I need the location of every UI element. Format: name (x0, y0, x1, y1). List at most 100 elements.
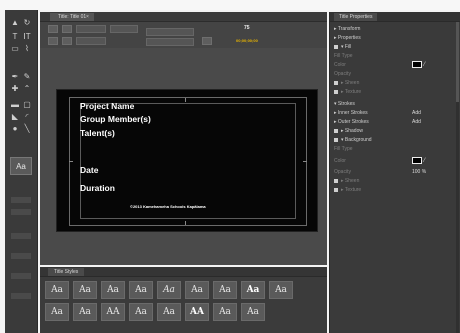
style-swatch[interactable]: Aa (129, 303, 153, 321)
sheen-row[interactable]: ▸ Sheen (334, 79, 459, 87)
group-members-text[interactable]: Group Member(s) (80, 114, 151, 124)
template-icon[interactable] (48, 37, 58, 45)
bg-opacity-value[interactable]: 100 % (412, 168, 426, 176)
bg-texture-label: Texture (344, 187, 362, 193)
style-swatch[interactable]: AA (101, 303, 125, 321)
sheen-checkbox[interactable] (334, 80, 338, 85)
style-swatch[interactable]: Aa (185, 281, 209, 299)
style-swatch[interactable]: Aa (73, 303, 97, 321)
rectangle-tool-icon[interactable]: ▬ (9, 100, 21, 110)
strokes-row[interactable]: ▾ Strokes (334, 100, 459, 108)
style-swatch[interactable]: Aa (269, 281, 293, 299)
background-video-timecode[interactable]: 00;00;00;00 (236, 38, 258, 43)
bold-icon[interactable] (62, 37, 72, 45)
title-canvas[interactable]: Project Name Group Member(s) Talent(s) D… (56, 89, 318, 232)
leading-field[interactable] (146, 28, 194, 36)
ellipse-tool-icon[interactable]: ● (9, 124, 21, 134)
style-swatch[interactable]: Aa (213, 281, 237, 299)
bg-sheen-row[interactable]: ▸ Sheen (334, 177, 459, 185)
style-swatch[interactable]: AA (185, 303, 209, 321)
kerning-field[interactable] (76, 37, 106, 45)
shadow-checkbox[interactable] (334, 128, 338, 133)
fill-type-row[interactable]: Fill Type (334, 52, 459, 60)
style-swatch[interactable]: Aa (157, 303, 181, 321)
background-checkbox[interactable] (334, 137, 338, 142)
area-type-tool-icon[interactable]: ▭ (9, 44, 21, 54)
show-background-video-icon[interactable] (202, 37, 212, 45)
style-swatch[interactable]: Aa (129, 281, 153, 299)
inner-strokes-add-link[interactable]: Add (412, 109, 421, 117)
transform-row[interactable]: ▸ Transform (334, 25, 459, 33)
strokes-label: Strokes (337, 101, 355, 107)
style-swatch[interactable]: Aa (73, 281, 97, 299)
new-title-icon[interactable] (48, 25, 58, 33)
path-type-tool-icon[interactable]: ⌇ (21, 44, 33, 54)
style-swatch[interactable]: Aa (213, 303, 237, 321)
bg-color-label: Color (334, 158, 346, 164)
bg-color-row[interactable]: Color ⁄ (334, 157, 459, 165)
style-swatch[interactable]: Aa (157, 281, 181, 299)
font-family-field[interactable] (76, 25, 106, 33)
arc-tool-icon[interactable]: ◜ (21, 112, 33, 122)
style-swatch[interactable]: Aa (45, 281, 69, 299)
duration-text[interactable]: Duration (80, 183, 115, 193)
close-icon[interactable]: × (86, 13, 89, 21)
title-properties-panel: Title Properties ▸ Transform ▸ Propertie… (329, 12, 460, 333)
properties-scroll-thumb[interactable] (456, 22, 459, 102)
convert-anchor-tool-icon[interactable]: ⌃ (21, 84, 33, 94)
fill-row[interactable]: ▾ Fill (334, 43, 459, 51)
fill-checkbox[interactable] (334, 44, 338, 49)
bg-fill-type-label: Fill Type (334, 146, 353, 152)
selection-tool-icon[interactable]: ▲ (9, 18, 21, 28)
font-style-field[interactable] (110, 25, 138, 33)
bg-color-swatch[interactable] (412, 157, 422, 164)
add-anchor-tool-icon[interactable]: ✚ (9, 84, 21, 94)
delete-anchor-tool-icon[interactable]: ✎ (21, 72, 33, 82)
copyright-credit-text[interactable]: ©2013 Kamehameha Schools Kapālama (130, 204, 206, 209)
style-swatch[interactable]: Aa (45, 303, 69, 321)
align-buttons-placeholder (11, 209, 31, 215)
vertical-type-tool-icon[interactable]: ⅠT (21, 32, 33, 42)
properties-row[interactable]: ▸ Properties (334, 34, 459, 42)
line-tool-icon[interactable]: ╲ (21, 124, 33, 134)
bg-texture-row[interactable]: ▸ Texture (334, 186, 459, 194)
properties-scrollbar[interactable] (456, 22, 459, 333)
date-text[interactable]: Date (80, 165, 98, 175)
bg-opacity-row[interactable]: Opacity 100 % (334, 168, 459, 176)
outer-strokes-row[interactable]: ▸ Outer Strokes Add (334, 118, 459, 126)
title-styles-tab[interactable]: Title Styles (48, 268, 85, 276)
font-size-value[interactable]: 75 (244, 25, 250, 31)
inner-strokes-row[interactable]: ▸ Inner Strokes Add (334, 109, 459, 117)
shadow-label: Shadow (344, 128, 363, 134)
title-properties-tabbar: Title Properties (330, 12, 460, 22)
wedge-tool-icon[interactable]: ◣ (9, 112, 21, 122)
type-tool-icon[interactable]: T (9, 32, 21, 42)
texture-checkbox[interactable] (334, 89, 338, 94)
project-name-text[interactable]: Project Name (80, 101, 134, 111)
fill-color-swatch[interactable] (412, 61, 422, 68)
distribute-buttons-placeholder-2 (11, 293, 31, 299)
title-properties-tab[interactable]: Title Properties (334, 13, 378, 21)
shadow-row[interactable]: ▸ Shadow (334, 127, 459, 135)
roll-crawl-icon[interactable] (62, 25, 72, 33)
eyedropper-icon[interactable]: ⁄ (424, 61, 425, 69)
opacity-row[interactable]: Opacity (334, 70, 459, 78)
rotation-tool-icon[interactable]: ↻ (21, 18, 33, 28)
pen-tool-icon[interactable]: ✒ (9, 72, 21, 82)
center-marker-bottom (185, 221, 186, 225)
texture-row[interactable]: ▸ Texture (334, 88, 459, 96)
style-swatch[interactable]: Aa (241, 281, 265, 299)
background-row[interactable]: ▾ Background (334, 136, 459, 144)
outer-strokes-add-link[interactable]: Add (412, 118, 421, 126)
eyedropper-icon[interactable]: ⁄ (424, 157, 425, 165)
bg-fill-type-row[interactable]: Fill Type (334, 145, 459, 153)
bg-texture-checkbox[interactable] (334, 187, 338, 192)
style-swatch[interactable]: Aa (101, 281, 125, 299)
bg-sheen-checkbox[interactable] (334, 178, 338, 183)
color-row[interactable]: Color ⁄ (334, 61, 459, 69)
alignment-field[interactable] (146, 38, 194, 46)
rounded-rectangle-tool-icon[interactable]: ▢ (21, 100, 33, 110)
text-style-preview-icon[interactable]: Aa (10, 157, 32, 175)
style-swatch[interactable]: Aa (241, 303, 265, 321)
talent-text[interactable]: Talent(s) (80, 128, 115, 138)
